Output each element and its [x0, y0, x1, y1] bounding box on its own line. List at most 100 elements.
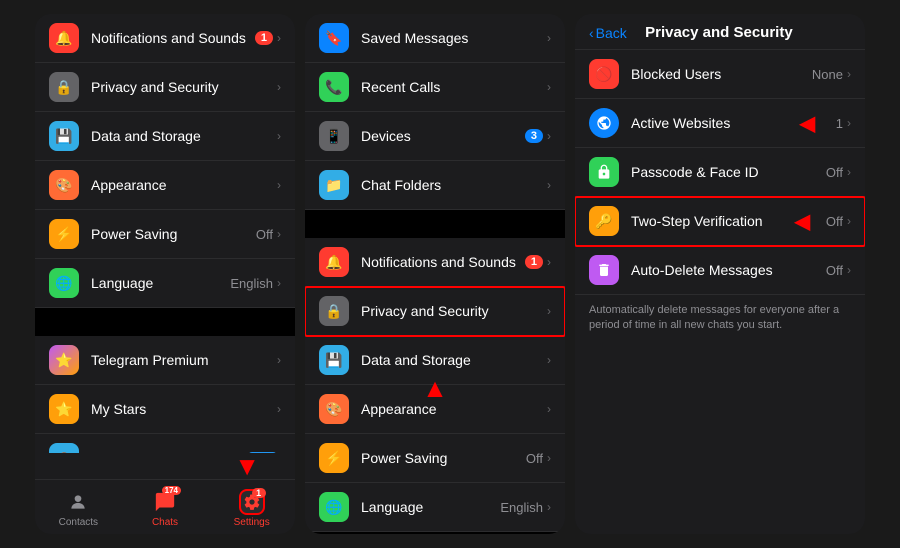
left-item-language[interactable]: 🌐 Language English ›: [35, 259, 295, 308]
chevron-icon: ›: [277, 353, 281, 367]
right-item-websites[interactable]: Active Websites ◀ 1 ›: [575, 99, 865, 148]
websites-value: 1: [836, 116, 843, 131]
contacts-tab-label: Contacts: [59, 517, 98, 528]
data-icon: 💾: [49, 121, 79, 151]
mid-item-language[interactable]: 🌐 Language English ›: [305, 483, 565, 532]
devices-badge: 3: [525, 129, 543, 143]
right-settings-list: 🚫 Blocked Users None › Active Websites ◀…: [575, 50, 865, 534]
premium-icon: ⭐: [49, 345, 79, 375]
notifications2-label: Notifications and Sounds: [361, 254, 525, 270]
back-chevron-icon: ‹: [589, 25, 594, 41]
power2-value: Off: [526, 451, 543, 466]
chevron-icon: ›: [547, 451, 551, 465]
stars-icon: ⭐: [49, 394, 79, 424]
left-item-premium[interactable]: ⭐ Telegram Premium ›: [35, 336, 295, 385]
autodelete-value: Off: [826, 263, 843, 278]
right-panel-header: ‹ Back Privacy and Security: [575, 14, 865, 50]
chevron-icon: ›: [847, 263, 851, 277]
privacy2-label: Privacy and Security: [361, 303, 547, 319]
right-item-passcode[interactable]: Passcode & Face ID Off ›: [575, 148, 865, 197]
chevron-icon: ›: [547, 178, 551, 192]
power2-icon: ⚡: [319, 443, 349, 473]
tab-settings[interactable]: 1 Settings: [208, 486, 295, 530]
settings-tab-label: Settings: [234, 517, 270, 528]
autodelete-svg: [596, 262, 612, 278]
chevron-icon: ›: [847, 214, 851, 228]
language-label: Language: [91, 275, 230, 291]
left-item-notifications[interactable]: 🔔 Notifications and Sounds 1 ›: [35, 14, 295, 63]
left-item-privacy[interactable]: 🔒 Privacy and Security ›: [35, 63, 295, 112]
contacts-icon: [68, 492, 88, 512]
arrow-up-icon: ▲: [422, 373, 448, 403]
right-panel: ‹ Back Privacy and Security 🚫 Blocked Us…: [575, 14, 865, 534]
blocked-value: None: [812, 67, 843, 82]
autodelete-icon: [589, 255, 619, 285]
back-label: Back: [596, 25, 627, 41]
chevron-icon: ›: [547, 500, 551, 514]
arrow-down-container: ▼: [35, 453, 295, 479]
chevron-icon: ›: [847, 116, 851, 130]
stars-label: My Stars: [91, 401, 277, 417]
notifications-badge: 1: [255, 31, 273, 45]
settings-icon-wrap: 1: [239, 489, 265, 515]
chats-badge: 174: [162, 486, 181, 495]
folders-label: Chat Folders: [361, 177, 547, 193]
chevron-icon: ›: [547, 80, 551, 94]
right-item-twostep[interactable]: 🔑 Two-Step Verification ◀ Off ›: [575, 197, 865, 246]
data2-icon: 💾: [319, 345, 349, 375]
business-icon: 💼: [49, 443, 79, 453]
left-item-power[interactable]: ⚡ Power Saving Off ›: [35, 210, 295, 259]
mid-item-devices[interactable]: 📱 Devices 3 ›: [305, 112, 565, 161]
left-item-data[interactable]: 💾 Data and Storage ›: [35, 112, 295, 161]
saved-label: Saved Messages: [361, 30, 547, 46]
language2-value: English: [500, 500, 543, 515]
mid-item-notifications[interactable]: 🔔 Notifications and Sounds 1 ›: [305, 238, 565, 287]
settings-badge: 1: [252, 488, 266, 498]
contacts-icon-wrap: [65, 489, 91, 515]
tab-contacts[interactable]: Contacts: [35, 486, 122, 530]
appearance2-label: Appearance: [361, 401, 547, 417]
left-item-appearance[interactable]: 🎨 Appearance ›: [35, 161, 295, 210]
arrow-up-container: ▲: [422, 373, 448, 404]
privacy-label: Privacy and Security: [91, 79, 277, 95]
mid-item-privacy[interactable]: 🔒 Privacy and Security ›: [305, 287, 565, 336]
back-button[interactable]: ‹ Back: [589, 25, 627, 41]
folders-icon: 📁: [319, 170, 349, 200]
mid-item-saved[interactable]: 🔖 Saved Messages ›: [305, 14, 565, 63]
mid-item-folders[interactable]: 📁 Chat Folders ›: [305, 161, 565, 210]
notifications-icon: 🔔: [49, 23, 79, 53]
privacy-icon: 🔒: [49, 72, 79, 102]
websites-icon: [589, 108, 619, 138]
chevron-icon: ›: [277, 227, 281, 241]
left-item-stars[interactable]: ⭐ My Stars ›: [35, 385, 295, 434]
chevron-icon: ›: [547, 129, 551, 143]
power-icon: ⚡: [49, 219, 79, 249]
notifications-label: Notifications and Sounds: [91, 30, 255, 46]
mid-item-power[interactable]: ⚡ Power Saving Off ›: [305, 434, 565, 483]
privacy2-icon: 🔒: [319, 296, 349, 326]
chevron-icon: ›: [547, 255, 551, 269]
chevron-icon: ›: [277, 80, 281, 94]
power-label: Power Saving: [91, 226, 256, 242]
chevron-icon: ›: [277, 129, 281, 143]
right-item-autodelete[interactable]: Auto-Delete Messages Off ›: [575, 246, 865, 295]
passcode-label: Passcode & Face ID: [631, 164, 826, 180]
chevron-icon: ›: [847, 67, 851, 81]
data2-label: Data and Storage: [361, 352, 547, 368]
twostep-icon: 🔑: [589, 206, 619, 236]
passcode-icon: [589, 157, 619, 187]
notifications2-badge: 1: [525, 255, 543, 269]
right-item-blocked[interactable]: 🚫 Blocked Users None ›: [575, 50, 865, 99]
tab-chats[interactable]: 174 Chats: [122, 486, 209, 530]
chats-tab-label: Chats: [152, 517, 178, 528]
twostep-value: Off: [826, 214, 843, 229]
language-value: English: [230, 276, 273, 291]
mid-item-calls[interactable]: 📞 Recent Calls ›: [305, 63, 565, 112]
appearance-icon: 🎨: [49, 170, 79, 200]
section-divider: [305, 210, 565, 238]
right-panel-title: Privacy and Security: [627, 24, 851, 41]
chevron-icon: ›: [847, 165, 851, 179]
devices-icon: 📱: [319, 121, 349, 151]
saved-icon: 🔖: [319, 23, 349, 53]
arrow-down-icon: ▼: [234, 453, 260, 479]
